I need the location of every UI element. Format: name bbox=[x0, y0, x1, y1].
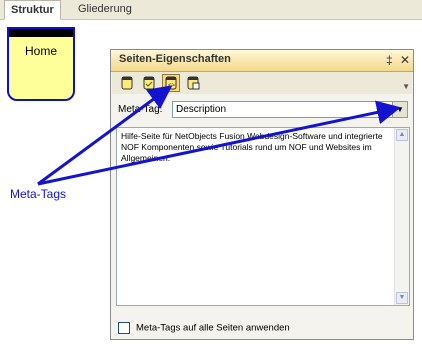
node-header-bar bbox=[9, 29, 73, 37]
meta-content-text: Hilfe-Seite für NetObjects Fusion Webdes… bbox=[121, 131, 383, 163]
apply-all-pages-label: Meta-Tags auf alle Seiten anwenden bbox=[136, 322, 290, 334]
meta-tag-selected-value: Description bbox=[176, 104, 227, 115]
dialog-title: Seiten-Eigenschaften bbox=[119, 53, 231, 65]
close-icon[interactable]: ✕ bbox=[400, 53, 410, 67]
meta-tag-label: Meta-Tag: bbox=[118, 104, 163, 115]
page-general-tab-icon[interactable] bbox=[118, 74, 136, 92]
tab-gliederung[interactable]: Gliederung bbox=[72, 0, 138, 19]
svg-text:<>: <> bbox=[168, 83, 176, 89]
home-page-node[interactable]: Home bbox=[7, 27, 75, 101]
toolbar-overflow-icon[interactable]: ▼ bbox=[402, 82, 410, 91]
view-tabstrip: Struktur Gliederung bbox=[0, 0, 422, 20]
tab-struktur[interactable]: Struktur bbox=[4, 0, 61, 20]
meta-content-textarea[interactable]: Hilfe-Seite für NetObjects Fusion Webdes… bbox=[116, 127, 410, 306]
meta-tags-tab-icon[interactable]: <> bbox=[162, 74, 180, 92]
pin-icon[interactable]: ‡ bbox=[386, 53, 393, 67]
page-info-tab-icon[interactable] bbox=[184, 74, 202, 92]
meta-tag-select[interactable]: Description ▼ bbox=[172, 101, 408, 118]
page-properties-dialog: Seiten-Eigenschaften ‡ ✕ <> ▼ Meta-Tag: … bbox=[110, 49, 414, 340]
apply-all-pages-checkbox[interactable] bbox=[118, 322, 130, 334]
meta-tags-annotation: Meta-Tags bbox=[10, 187, 67, 201]
page-custom-tab-icon[interactable] bbox=[140, 74, 158, 92]
dialog-titlebar[interactable]: Seiten-Eigenschaften ‡ ✕ bbox=[111, 50, 413, 72]
dialog-toolbar: <> ▼ bbox=[112, 72, 412, 94]
vertical-scrollbar[interactable]: ▲ ▼ bbox=[394, 128, 409, 305]
scroll-down-icon[interactable]: ▼ bbox=[396, 292, 408, 304]
home-node-label: Home bbox=[24, 44, 57, 58]
chevron-down-icon[interactable]: ▼ bbox=[392, 102, 407, 117]
apply-all-pages-row: Meta-Tags auf alle Seiten anwenden bbox=[118, 322, 290, 334]
scroll-up-icon[interactable]: ▲ bbox=[396, 129, 408, 141]
